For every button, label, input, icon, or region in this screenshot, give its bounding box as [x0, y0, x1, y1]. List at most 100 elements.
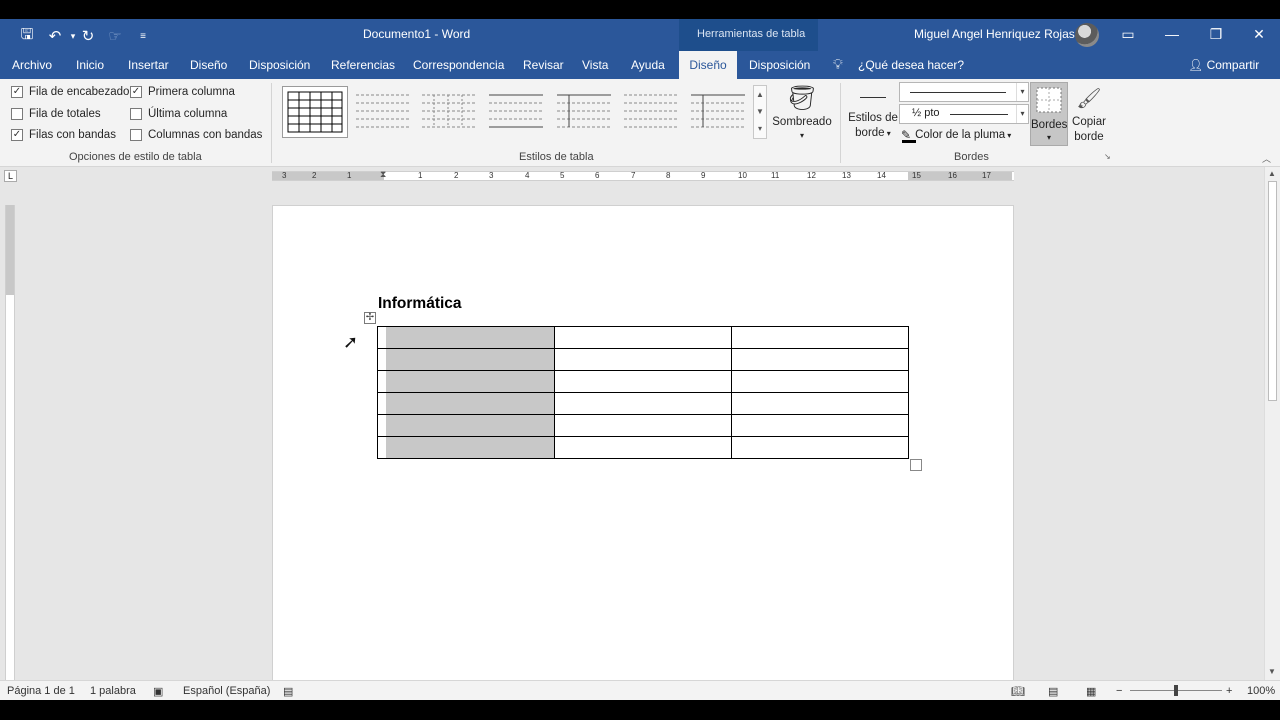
- gallery-scroll[interactable]: ▲ ▼ ▾: [753, 85, 767, 139]
- chevron-down-icon[interactable]: ▾: [1016, 83, 1028, 101]
- avatar[interactable]: [1075, 23, 1099, 47]
- user-name[interactable]: Miguel Angel Henriquez Rojas: [914, 27, 1075, 41]
- scroll-down-icon[interactable]: ▼: [754, 103, 766, 120]
- checkbox-header-row[interactable]: ✓ Fila de encabezado: [11, 86, 129, 98]
- share-button[interactable]: 👤︎ Compartir: [1188, 58, 1259, 72]
- table-style-plain-4[interactable]: [555, 89, 613, 133]
- table-cell[interactable]: [554, 414, 732, 437]
- customize-qat-icon[interactable]: ≡: [132, 25, 154, 47]
- restore-icon[interactable]: ❐: [1194, 19, 1238, 49]
- table-style-plain-2[interactable]: [420, 89, 478, 133]
- table-cell[interactable]: [554, 392, 732, 415]
- language[interactable]: Español (España): [183, 685, 270, 697]
- table-style-plain-3[interactable]: [487, 89, 545, 133]
- scrollbar-thumb[interactable]: [1268, 181, 1277, 401]
- web-layout-icon[interactable]: ▦: [1086, 685, 1096, 698]
- table-resize-handle[interactable]: [910, 459, 922, 471]
- read-mode-icon[interactable]: 📖︎: [1011, 685, 1025, 698]
- table-cell[interactable]: [554, 436, 732, 459]
- checkbox-first-column[interactable]: ✓ Primera columna: [130, 86, 235, 98]
- table-cell[interactable]: [731, 348, 909, 371]
- zoom-slider-thumb[interactable]: [1174, 685, 1178, 696]
- vertical-ruler[interactable]: [5, 205, 15, 680]
- scroll-up-icon[interactable]: ▲: [754, 86, 766, 103]
- tab-table-layout[interactable]: Disposición: [749, 51, 810, 79]
- chevron-down-icon[interactable]: ▾: [1016, 105, 1028, 123]
- indent-marker-icon[interactable]: ⧗: [380, 169, 386, 180]
- zoom-level[interactable]: 100%: [1247, 685, 1275, 697]
- macro-record-icon[interactable]: ▤: [283, 685, 293, 698]
- tab-vista[interactable]: Vista: [582, 51, 608, 79]
- checkbox-banded-rows[interactable]: ✓ Filas con bandas: [11, 129, 116, 141]
- checkbox[interactable]: ✓: [130, 86, 142, 98]
- tab-inicio[interactable]: Inicio: [76, 51, 104, 79]
- touch-mode-icon[interactable]: ☞: [104, 25, 126, 47]
- table-cell[interactable]: [731, 414, 909, 437]
- table-style-plain-1[interactable]: [354, 89, 412, 133]
- table-cell[interactable]: [385, 414, 555, 437]
- document-table[interactable]: [377, 326, 909, 459]
- table-style-plain-6[interactable]: [689, 89, 747, 133]
- tab-ayuda[interactable]: Ayuda: [631, 51, 665, 79]
- zoom-in-icon[interactable]: +: [1226, 685, 1232, 697]
- checkbox-last-column[interactable]: Última columna: [130, 108, 227, 120]
- checkbox[interactable]: [130, 108, 142, 120]
- scroll-up-icon[interactable]: ▲: [1268, 169, 1276, 178]
- tab-diseno[interactable]: Diseño: [190, 51, 227, 79]
- table-cell[interactable]: [554, 326, 732, 349]
- document-page[interactable]: Informática ✢: [272, 205, 1014, 680]
- table-cell[interactable]: [377, 326, 386, 349]
- tab-table-design[interactable]: Diseño: [679, 51, 737, 79]
- horizontal-ruler[interactable]: 3 2 1 1 2 3 4 5 6 7 8 9 10 11 12 13 14 1…: [272, 169, 1014, 181]
- table-cell[interactable]: [385, 392, 555, 415]
- zoom-out-icon[interactable]: −: [1116, 685, 1122, 697]
- tab-disposicion[interactable]: Disposición: [249, 51, 310, 79]
- table-cell[interactable]: [377, 348, 386, 371]
- document-heading[interactable]: Informática: [378, 295, 462, 313]
- line-style-dropdown[interactable]: ▾: [899, 82, 1029, 102]
- ribbon-display-options-icon[interactable]: ▭: [1106, 19, 1150, 49]
- tab-selector[interactable]: L: [4, 170, 17, 182]
- repeat-icon[interactable]: ↻: [77, 25, 99, 47]
- table-style-plain-5[interactable]: [622, 89, 680, 133]
- table-cell[interactable]: [731, 436, 909, 459]
- tell-me-input[interactable]: ¿Qué desea hacer?: [858, 58, 964, 72]
- table-cell[interactable]: [377, 392, 386, 415]
- table-cell[interactable]: [731, 326, 909, 349]
- checkbox-banded-columns[interactable]: Columnas con bandas: [130, 129, 262, 141]
- page-count[interactable]: Página 1 de 1: [7, 685, 75, 697]
- table-cell[interactable]: [377, 414, 386, 437]
- close-icon[interactable]: ✕: [1237, 19, 1280, 49]
- tab-revisar[interactable]: Revisar: [523, 51, 564, 79]
- save-icon[interactable]: 🖫: [16, 25, 38, 47]
- border-painter-button[interactable]: 🖌︎ Copiar borde: [1070, 83, 1108, 145]
- collapse-ribbon-icon[interactable]: ︿: [1262, 152, 1271, 165]
- shading-button[interactable]: 🪣︎ Sombreado ▾: [771, 83, 833, 142]
- tab-correspondencia[interactable]: Correspondencia: [413, 51, 504, 79]
- dialog-launcher-icon[interactable]: ↘: [1104, 152, 1111, 161]
- checkbox[interactable]: [11, 108, 23, 120]
- table-cell[interactable]: [385, 436, 555, 459]
- table-cell[interactable]: [554, 370, 732, 393]
- checkbox-total-row[interactable]: Fila de totales: [11, 108, 101, 120]
- table-cell[interactable]: [731, 392, 909, 415]
- tab-archivo[interactable]: Archivo: [12, 51, 52, 79]
- print-layout-icon[interactable]: ▤: [1048, 685, 1058, 698]
- scroll-down-icon[interactable]: ▼: [1268, 667, 1276, 676]
- table-cell[interactable]: [377, 436, 386, 459]
- vertical-scrollbar[interactable]: ▲ ▼: [1264, 167, 1280, 680]
- pen-color-button[interactable]: ✎ Color de la pluma ▾: [901, 128, 1011, 142]
- table-cell[interactable]: [731, 370, 909, 393]
- minimize-icon[interactable]: —: [1150, 19, 1194, 49]
- table-cell[interactable]: [554, 348, 732, 371]
- gallery-more-icon[interactable]: ▾: [754, 120, 766, 137]
- table-move-handle-icon[interactable]: ✢: [364, 312, 376, 324]
- table-cell[interactable]: [377, 370, 386, 393]
- checkbox[interactable]: [130, 129, 142, 141]
- checkbox[interactable]: ✓: [11, 86, 23, 98]
- table-cell[interactable]: [385, 370, 555, 393]
- border-styles-button[interactable]: Estilos de borde ▾: [846, 83, 900, 141]
- table-style-grid-selected[interactable]: [282, 86, 348, 138]
- word-count[interactable]: 1 palabra: [90, 685, 136, 697]
- borders-button[interactable]: Bordes ▾: [1030, 82, 1068, 146]
